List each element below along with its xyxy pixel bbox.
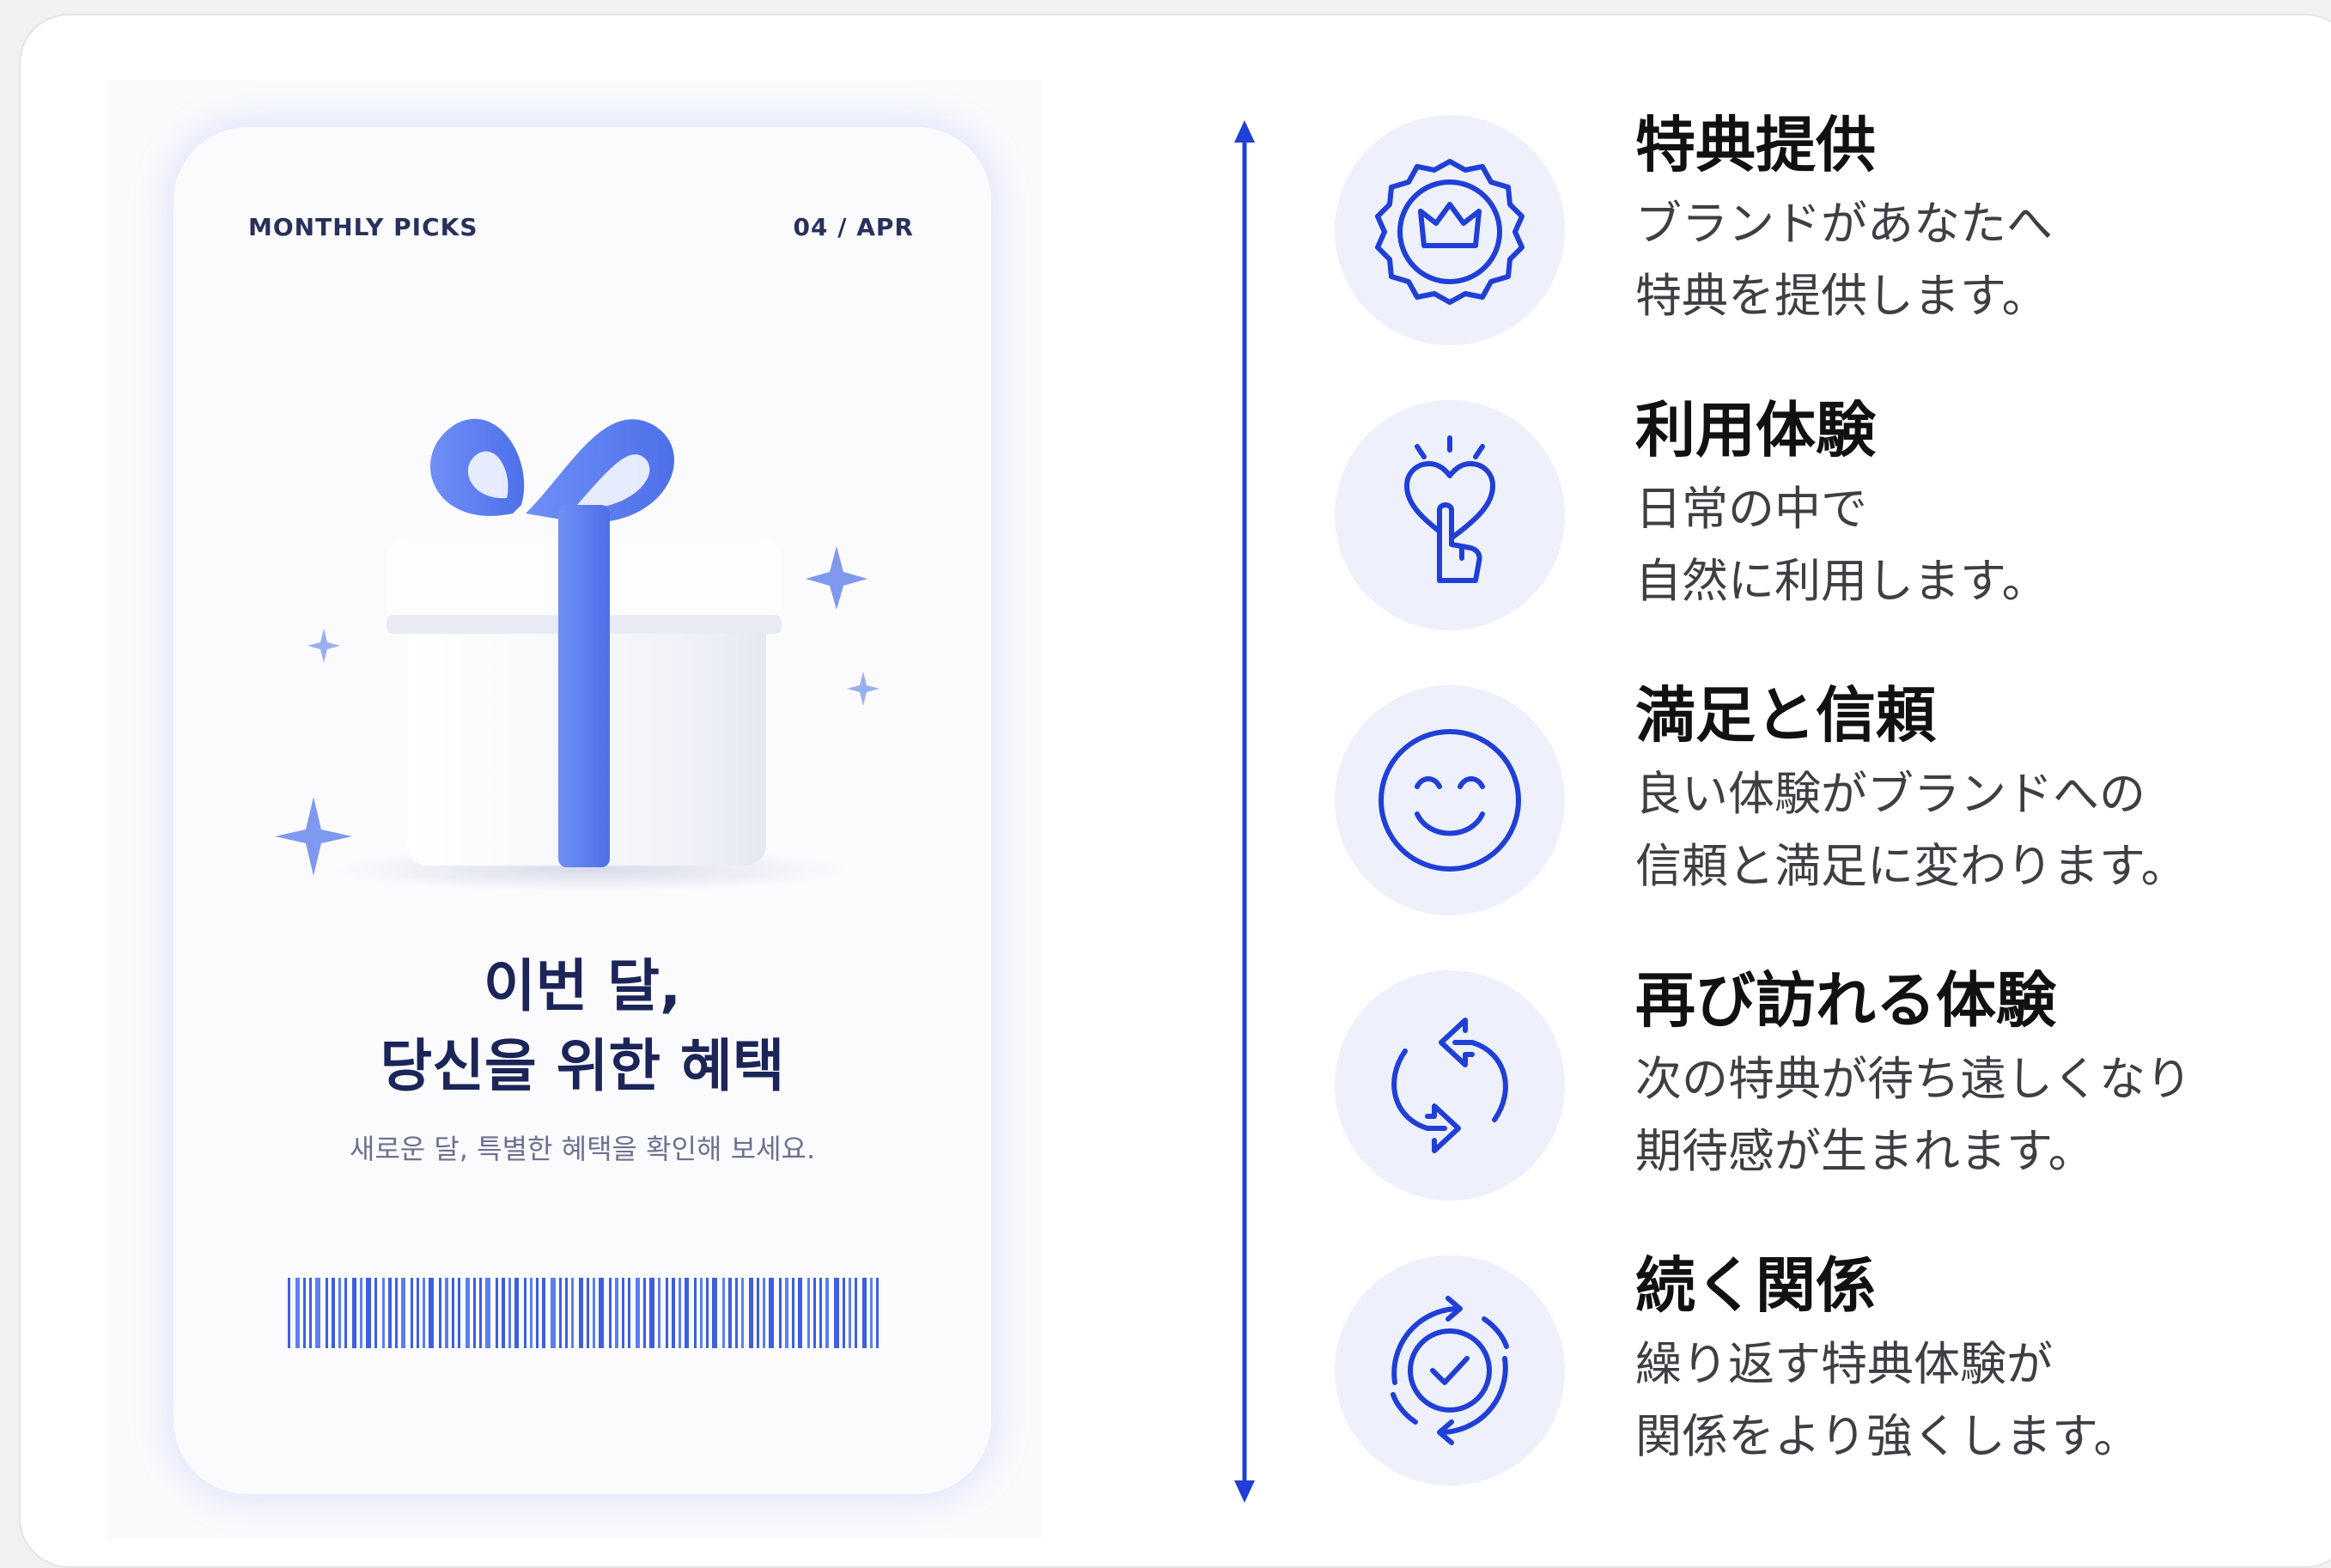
feature-title: 特典提供 (1635, 110, 1876, 180)
feature-desc-line-2: 特典を提供します。 (1635, 269, 2048, 323)
barcode (288, 1278, 879, 1348)
feature-icon-badge (1335, 685, 1565, 915)
feature-item-return-visit: 再び訪れる体験 次の特典が待ち遠しくなり 期待感が生まれます。 (1335, 965, 2331, 1211)
feature-icon-badge (1335, 115, 1565, 345)
feature-title: 再び訪れる体験 (1635, 965, 2056, 1036)
feature-desc-line-1: 次の特典が待ち遠しくなり (1635, 1052, 2192, 1106)
feature-icon-badge (1335, 970, 1565, 1200)
content-panel: MONTHLY PICKS 04 / APR 이번 달, 당신을 위한 혜택 새… (19, 14, 2331, 1568)
feature-item-relationship: 続く関係 繰り返す特典体験が 関係をより強くします。 (1335, 1250, 2331, 1496)
feature-item-usage: 利用体験 日常の中で 自然に利用します。 (1335, 395, 2331, 641)
feature-icon-badge (1335, 400, 1565, 630)
heart-touch-icon (1404, 435, 1495, 583)
feature-item-benefit: 特典提供 ブランドがあなたへ 特典を提供します。 (1335, 110, 2331, 356)
crown-badge-icon (1375, 159, 1525, 305)
feature-title: 満足と信頼 (1635, 680, 1936, 751)
card-headline-line-1: 이번 달, (483, 953, 682, 1019)
feature-title: 利用体験 (1635, 395, 1876, 465)
feature-desc-line-1: 良い体験がブランドへの (1635, 767, 2145, 821)
feature-desc-line-2: 関係をより強くします。 (1635, 1409, 2140, 1463)
card-headline-line-2: 당신을 위한 혜택 (380, 1033, 785, 1099)
feature-desc-line-1: 日常の中で (1635, 482, 1867, 536)
refresh-arrows-icon (1391, 1018, 1508, 1153)
feature-item-satisfaction: 満足と信頼 良い体験がブランドへの 信頼と満足に変わります。 (1335, 680, 2331, 926)
feature-desc-line-2: 信頼と満足に変わります。 (1635, 839, 2188, 893)
feature-icon-badge (1335, 1255, 1565, 1486)
feature-desc-line-1: 繰り返す特典体験が (1635, 1337, 2053, 1391)
cycle-check-icon (1391, 1296, 1509, 1445)
feature-desc-line-1: ブランドがあなたへ (1635, 197, 2053, 251)
feature-desc-line-2: 自然に利用します。 (1635, 554, 2048, 608)
feature-desc-line-2: 期待感が生まれます。 (1635, 1124, 2095, 1178)
vertical-arrow-line (1234, 120, 1255, 1503)
card-subline: 새로운 달, 특별한 혜택을 확인해 보세요. (349, 1133, 816, 1165)
benefit-card: MONTHLY PICKS 04 / APR 이번 달, 당신을 위한 혜택 새… (173, 127, 991, 1494)
feature-title: 続く関係 (1635, 1250, 1876, 1321)
smile-icon (1379, 729, 1521, 872)
